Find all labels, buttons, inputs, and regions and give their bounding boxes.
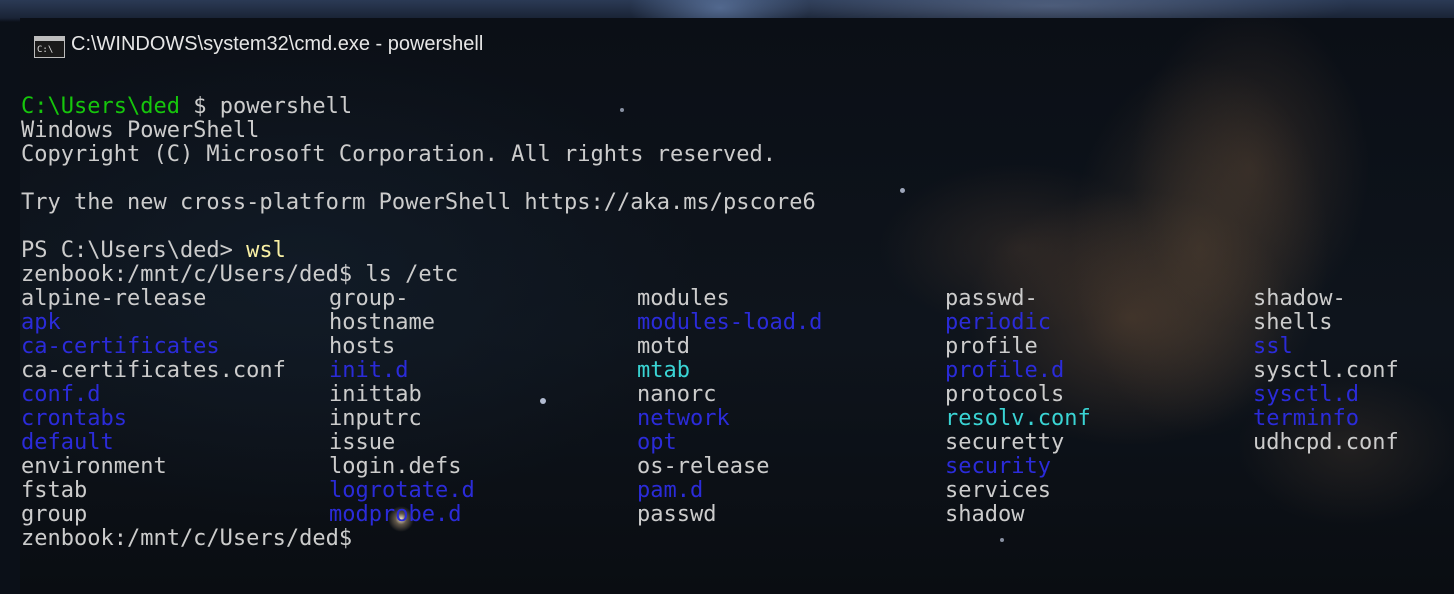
ps-command-line: PS C:\Users\ded> wsl xyxy=(21,239,1441,263)
ls-directory-entry: ca-certificates xyxy=(21,334,220,359)
window-title: C:\WINDOWS\system32\cmd.exe - powershell xyxy=(71,33,484,55)
ls-directory-entry: init.d xyxy=(329,358,409,383)
ls-file-entry: inittab xyxy=(329,382,422,407)
title-bar[interactable]: C:\ C:\WINDOWS\system32\cmd.exe - powers… xyxy=(20,18,1454,76)
wsl-prompt: zenbook:/mnt/c/Users/ded$ xyxy=(21,526,353,551)
ls-directory-entry: crontabs xyxy=(21,406,127,431)
cmd-prompt-symbol: $ xyxy=(179,94,220,119)
ls-directory-entry: profile.d xyxy=(945,358,1065,383)
ls-column: passwd-periodic profile profile.d protocols… xyxy=(945,287,1091,527)
ls-file-entry: environment xyxy=(21,454,167,479)
ls-file-entry: shells xyxy=(1253,310,1333,335)
ps-command: wsl xyxy=(246,238,286,263)
terminal-window[interactable]: C:\ C:\WINDOWS\system32\cmd.exe - powers… xyxy=(20,18,1454,594)
ls-symlink-entry: mtab xyxy=(637,358,690,383)
ps-banner-line: Try the new cross-platform PowerShell ht… xyxy=(21,190,816,215)
ls-file-entry: modules xyxy=(637,286,730,311)
ls-file-entry: group- xyxy=(329,286,409,311)
ls-directory-entry: periodic xyxy=(945,310,1051,335)
ls-file-entry: ca-certificates.conf xyxy=(21,358,286,383)
ls-file-entry: motd xyxy=(637,334,690,359)
ls-column: alpine-release apk ca-certificates ca-certi… xyxy=(21,287,286,527)
ps-prompt: PS C:\Users\ded> xyxy=(21,238,247,263)
ls-directory-entry: default xyxy=(21,430,114,455)
ls-file-entry: securetty xyxy=(945,430,1065,455)
ls-directory-entry: pam.d xyxy=(637,478,704,503)
ls-file-entry: services xyxy=(945,478,1051,503)
ls-file-entry: hosts xyxy=(329,334,396,359)
ls-file-entry: passwd- xyxy=(945,286,1038,311)
ls-file-entry: shadow- xyxy=(1253,286,1346,311)
ls-file-entry: profile xyxy=(945,334,1038,359)
wsl-prompt-line[interactable]: zenbook:/mnt/c/Users/ded$ xyxy=(21,527,1441,551)
terminal-output[interactable]: C:\Users\ded $ powershell Windows PowerS… xyxy=(21,95,1441,551)
wsl-prompt: zenbook:/mnt/c/Users/ded$ xyxy=(21,262,366,287)
ls-file-entry: fstab xyxy=(21,478,88,503)
ls-file-entry: issue xyxy=(329,430,396,455)
ls-directory-entry: apk xyxy=(21,310,61,335)
ls-column: group-hostname hosts init.d inittab inputrc i… xyxy=(329,287,475,527)
ls-column: shadow-shells ssl sysctl.conf sysctl.d termi… xyxy=(1253,287,1399,455)
wsl-command: ls /etc xyxy=(365,262,459,287)
ls-file-entry: protocols xyxy=(945,382,1065,407)
ls-directory-entry: sysctl.d xyxy=(1253,382,1359,407)
cmd-prompt: C:\Users\ded xyxy=(21,94,180,119)
ls-file-entry: login.defs xyxy=(329,454,462,479)
ls-directory-entry: terminfo xyxy=(1253,406,1359,431)
ls-directory-entry: network xyxy=(637,406,730,431)
ls-file-entry: nanorc xyxy=(637,382,717,407)
ls-symlink-entry: resolv.conf xyxy=(945,406,1091,431)
ps-banner-line: Windows PowerShell xyxy=(21,118,260,143)
ls-directory-entry: modules-load.d xyxy=(637,310,823,335)
ls-file-entry: os-release xyxy=(637,454,770,479)
ls-directory-entry: modprobe.d xyxy=(329,502,462,527)
ls-file-entry: alpine-release xyxy=(21,286,207,311)
ls-file-entry: sysctl.conf xyxy=(1253,358,1399,383)
ls-file-entry: hostname xyxy=(329,310,435,335)
ls-file-entry: group xyxy=(21,502,88,527)
ls-directory-entry: security xyxy=(945,454,1051,479)
svg-text:C:\: C:\ xyxy=(37,45,53,55)
ls-file-entry: inputrc xyxy=(329,406,422,431)
ls-column: modules modules-load.d motd mtab nanorc netwo… xyxy=(637,287,822,527)
ps-banner-line: Copyright (C) Microsoft Corporation. All… xyxy=(21,142,776,167)
cmd-console-icon: C:\ xyxy=(34,36,65,58)
ls-directory-entry: ssl xyxy=(1253,334,1293,359)
cmd-command-line: C:\Users\ded $ powershell xyxy=(21,95,1441,119)
ls-file-entry: passwd xyxy=(637,502,717,527)
wsl-command-line: zenbook:/mnt/c/Users/ded$ ls /etc xyxy=(21,263,1441,287)
ls-directory-entry: logrotate.d xyxy=(329,478,475,503)
ls-directory-entry: opt xyxy=(637,430,677,455)
ls-file-entry: shadow xyxy=(945,502,1025,527)
cmd-command: powershell xyxy=(219,94,353,119)
ls-file-entry: udhcpd.conf xyxy=(1253,430,1399,455)
ls-directory-entry: conf.d xyxy=(21,382,101,407)
ls-output: alpine-release apk ca-certificates ca-certi… xyxy=(21,287,1441,527)
